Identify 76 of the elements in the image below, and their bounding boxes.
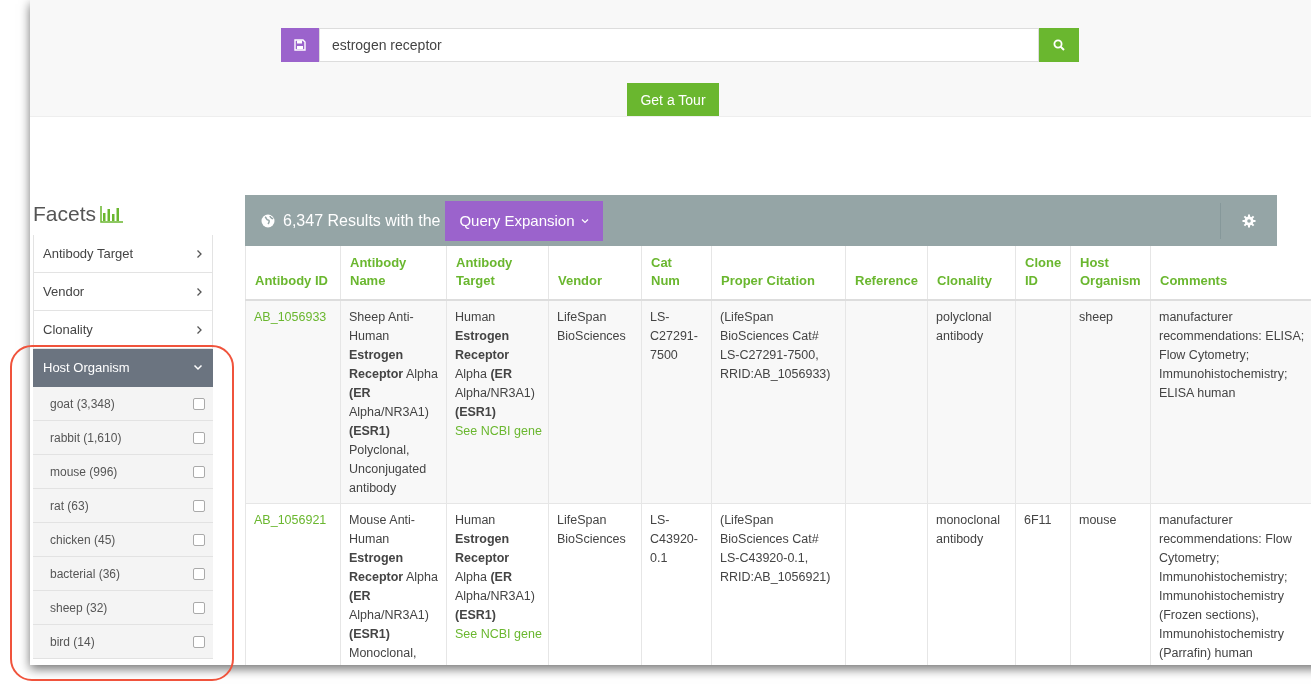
- option-label: rabbit (1,610): [50, 430, 122, 445]
- checkbox[interactable]: [193, 465, 205, 478]
- gene-link[interactable]: See NCBI gene: [455, 424, 542, 438]
- table-cell: Mouse Anti-Human Estrogen Receptor Alpha (ER Alpha/NR3A1) (ESR1) Monoclonal,: [349, 513, 438, 660]
- table-cell: sheep: [1079, 310, 1114, 324]
- save-button[interactable]: [281, 28, 319, 62]
- table-cell: LS-C27291-7500: [650, 310, 698, 362]
- results-count: 6,347 Results with the: [283, 211, 441, 230]
- settings-icon: [1242, 213, 1256, 228]
- chevron-down-icon: [193, 364, 203, 371]
- column-header[interactable]: Clone ID: [1025, 254, 1061, 290]
- table-cell: LS-C43920-0.1: [650, 513, 698, 565]
- save-icon: [294, 39, 306, 51]
- column-header[interactable]: Host Organism: [1080, 254, 1141, 290]
- option-label: sheep (32): [50, 600, 108, 615]
- table-cell: mouse: [1079, 513, 1117, 527]
- column-header[interactable]: Antibody Target: [456, 254, 539, 290]
- checkbox[interactable]: [193, 635, 205, 648]
- checkbox[interactable]: [193, 431, 205, 444]
- column-header[interactable]: Cat Num: [651, 254, 702, 290]
- facet-item[interactable]: Host Organism: [33, 349, 213, 387]
- option-label: chicken (45): [50, 532, 116, 547]
- table-cell: Human Estrogen Receptor Alpha (ER Alpha/NR3A1) (ESR1): [455, 310, 535, 419]
- antibody-id-link[interactable]: AB_1056933: [254, 310, 327, 324]
- column-header[interactable]: Proper Citation: [721, 272, 836, 290]
- option-label: rat (63): [50, 498, 89, 513]
- table-cell: LifeSpan BioSciences: [557, 513, 626, 546]
- facet-option[interactable]: chicken (45): [33, 523, 213, 557]
- table-cell: (LifeSpan BioSciences Cat# LS-C27291-7500, RRID:AB_1056933): [720, 310, 831, 381]
- table-cell: Sheep Anti-Human Estrogen Receptor Alpha (ER Alpha/NR3A1) (ESR1) Polyclonal, Unconjugated antibody: [349, 310, 438, 495]
- facet-item[interactable]: Clonality: [33, 311, 213, 349]
- table-cell: Human Estrogen Receptor Alpha (ER Alpha/NR3A1) (ESR1): [455, 513, 535, 622]
- checkbox[interactable]: [193, 397, 205, 410]
- facet-item[interactable]: Antibody Target: [33, 235, 213, 273]
- table-cell: manufacturer recommendations: ELISA; Flow Cytometry; Immunohistochemistry; ELISA human: [1159, 310, 1305, 400]
- option-label: bird (14): [50, 634, 95, 649]
- table-cell: monoclonal antibody: [936, 513, 1000, 546]
- facet-item[interactable]: Vendor: [33, 273, 213, 311]
- search-icon: [1053, 39, 1065, 51]
- table-cell: (LifeSpan BioSciences Cat# LS-C43920-0.1, RRID:AB_1056921): [720, 513, 831, 584]
- facet-option[interactable]: bird (14): [33, 625, 213, 659]
- query-expansion-dropdown[interactable]: Query Expansion: [445, 200, 603, 241]
- checkbox[interactable]: [193, 499, 205, 512]
- facets-title: Facets: [33, 202, 97, 226]
- table-cell: 6F11: [1024, 513, 1052, 527]
- checkbox[interactable]: [193, 533, 205, 546]
- column-header[interactable]: Clonality: [937, 272, 1006, 290]
- column-header[interactable]: Reference: [855, 272, 918, 290]
- antibody-id-link[interactable]: AB_1056921: [254, 513, 327, 527]
- bar-chart-icon: [100, 205, 125, 223]
- table-cell: manufacturer recommendations: Flow Cytometry; Immunohistochemistry; Immunohistochemistry (Frozen sections), Immunohistochemistry (Parrafin) human: [1159, 513, 1292, 660]
- search-field[interactable]: estrogen receptor: [319, 28, 1039, 62]
- option-label: bacterial (36): [50, 566, 121, 581]
- caret-icon: [580, 217, 589, 224]
- search-button[interactable]: [1039, 28, 1079, 62]
- column-header[interactable]: Comments: [1160, 272, 1311, 290]
- gene-link[interactable]: See NCBI gene: [455, 627, 542, 641]
- column-header[interactable]: Vendor: [558, 272, 632, 290]
- tour-button[interactable]: Get a Tour: [627, 83, 719, 116]
- chevron-right-icon: [196, 286, 203, 297]
- table-cell: polyclonal antibody: [936, 310, 992, 343]
- facet-option[interactable]: goat (3,348): [33, 387, 213, 421]
- checkbox[interactable]: [193, 567, 205, 580]
- table-cell: LifeSpan BioSciences: [557, 310, 626, 343]
- chevron-right-icon: [196, 324, 203, 335]
- column-header[interactable]: Antibody ID: [255, 272, 331, 290]
- checkbox[interactable]: [193, 601, 205, 614]
- facet-option[interactable]: rabbit (1,610): [33, 421, 213, 455]
- chevron-right-icon: [196, 248, 203, 259]
- facet-option[interactable]: sheep (32): [33, 591, 213, 625]
- facet-option[interactable]: mouse (996): [33, 455, 213, 489]
- facet-option[interactable]: bacterial (36): [33, 557, 213, 591]
- option-label: mouse (996): [50, 464, 118, 479]
- column-header[interactable]: Antibody Name: [350, 254, 437, 290]
- facet-option[interactable]: rat (63): [33, 489, 213, 523]
- option-label: goat (3,348): [50, 396, 115, 411]
